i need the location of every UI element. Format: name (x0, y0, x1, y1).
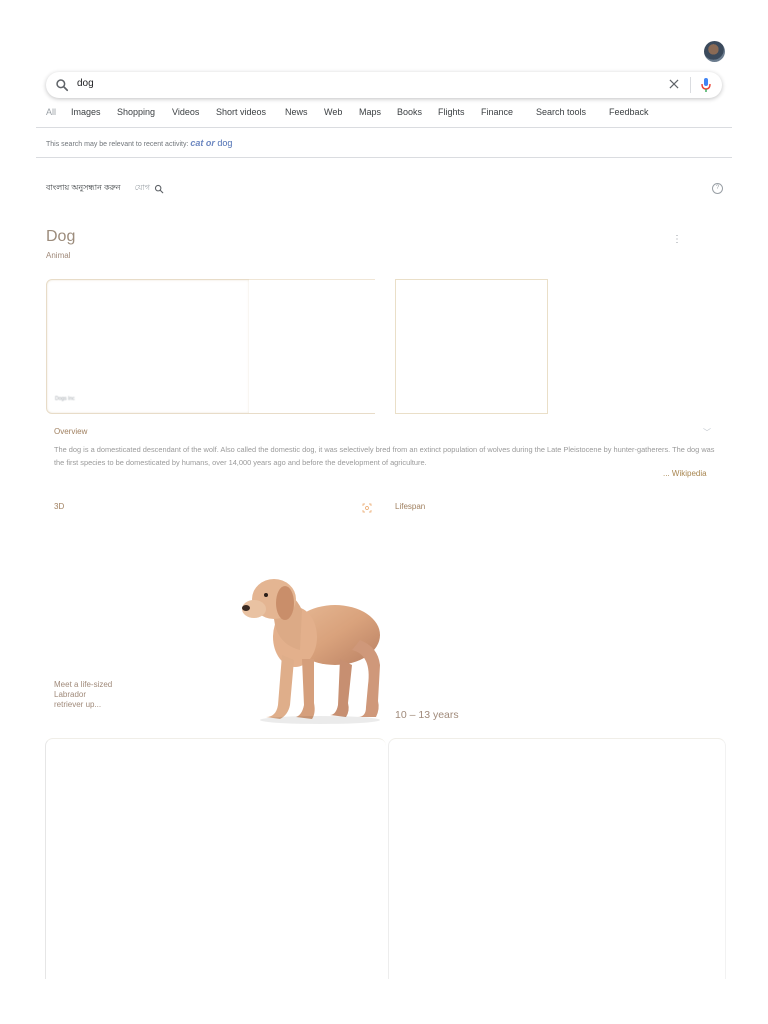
microphone-icon[interactable] (700, 77, 712, 93)
tab-books[interactable]: Books (397, 107, 438, 121)
entity-subtitle: Animal (46, 251, 71, 260)
overview-heading: Overview (54, 427, 88, 436)
chevron-down-icon[interactable]: ﹀ (703, 427, 711, 438)
tab-videos[interactable]: Videos (172, 107, 216, 121)
image-tile-3[interactable] (395, 279, 548, 414)
help-icon[interactable]: ? (712, 183, 723, 194)
tab-feedback[interactable]: Feedback (609, 107, 659, 121)
search-icon[interactable] (154, 184, 164, 194)
notice-text: This search may be relevant to recent ac… (46, 141, 189, 148)
page-title: Dog (46, 228, 76, 245)
search-divider (690, 77, 691, 93)
wikipedia-link[interactable]: ... Wikipedia (663, 469, 707, 478)
info-card-right (388, 738, 726, 979)
tabs-divider (36, 127, 732, 128)
lifespan-value: 10 – 13 years (395, 709, 459, 721)
lifespan-heading: Lifespan (395, 502, 426, 511)
view-3d-description[interactable]: Meet a life-sized Labrador retriever up.… (54, 680, 114, 710)
tab-all[interactable]: All (46, 107, 71, 121)
notice-suggestion-link[interactable]: cat or dog (190, 138, 232, 148)
tab-short-videos[interactable]: Short videos (216, 107, 285, 121)
overview-text: The dog is a domesticated descendant of … (54, 445, 715, 467)
recent-activity-notice: This search may be relevant to recent ac… (36, 129, 732, 158)
search-input[interactable]: dog (77, 78, 94, 89)
tab-maps[interactable]: Maps (359, 107, 397, 121)
search-tabs: All Images Shopping Videos Short videos … (46, 107, 659, 121)
translate-row: বাংলায় অনুসন্ধান করুন যোগ (46, 182, 164, 195)
tab-web[interactable]: Web (324, 107, 359, 121)
view-3d-heading: 3D (54, 502, 65, 511)
image-tile-1[interactable]: Dogs Inc (46, 279, 250, 414)
view-in-3d-icon[interactable] (362, 503, 372, 513)
search-icon[interactable] (55, 78, 69, 92)
translate-word[interactable]: যোগ (135, 182, 150, 195)
tab-shopping[interactable]: Shopping (117, 107, 172, 121)
tab-finance[interactable]: Finance (481, 107, 536, 121)
tab-flights[interactable]: Flights (438, 107, 481, 121)
close-icon[interactable] (667, 77, 681, 91)
translate-label[interactable]: বাংলায় অনুসন্ধান করুন (46, 182, 121, 195)
tab-search-tools[interactable]: Search tools (536, 107, 609, 121)
image-tile-2[interactable] (249, 279, 375, 414)
tab-images[interactable]: Images (71, 107, 117, 121)
account-avatar[interactable] (704, 41, 725, 62)
dog-3d-model[interactable] (240, 555, 381, 725)
more-vert-icon[interactable]: ⋮ (672, 234, 682, 245)
image-caption: Dogs Inc (55, 396, 75, 402)
tab-news[interactable]: News (285, 107, 324, 121)
search-bar[interactable]: dog (46, 72, 722, 98)
info-card-left (45, 738, 386, 979)
